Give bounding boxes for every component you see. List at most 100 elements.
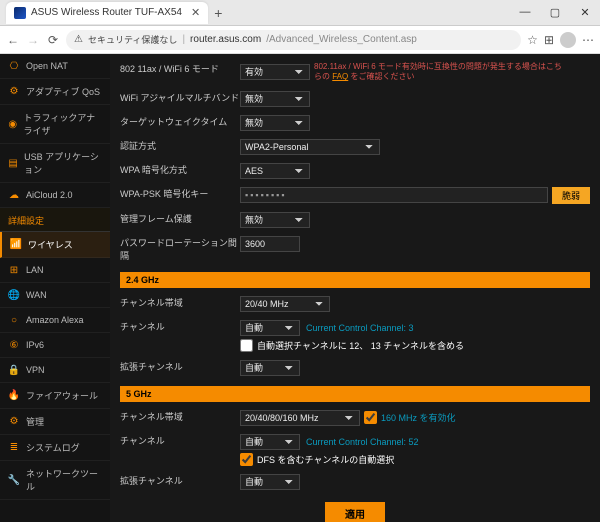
b24-include-1213-checkbox[interactable] — [240, 339, 253, 352]
wpa-psk-key-label: WPA-PSK 暗号化キー — [120, 187, 240, 200]
sidebar-item-label: USB アプリケーション — [24, 150, 102, 176]
address-bar: ← → ⟳ ⚠ セキュリティ保護なし | router.asus.com/Adv… — [0, 26, 600, 54]
sidebar-item[interactable]: ≣ システムログ — [0, 435, 110, 461]
sidebar-item-label: ワイヤレス — [28, 238, 73, 251]
sidebar-item-icon: ⑥ — [8, 339, 20, 351]
favorite-icon[interactable]: ☆ — [527, 33, 538, 47]
sidebar: ⎔ Open NAT ⚙ アダプティブ QoS ◉ トラフィックアナライザ ▤ USB アプリ… — [0, 54, 110, 522]
sidebar-item-label: 管理 — [26, 415, 44, 428]
sidebar-item-label: Amazon Alexa — [26, 315, 84, 325]
maximize-icon[interactable]: ▢ — [540, 6, 570, 19]
sidebar-item-label: システムログ — [26, 441, 80, 454]
sidebar-item-label: WAN — [26, 290, 47, 300]
mgmt-frame-protect-label: 管理フレーム保護 — [120, 212, 240, 225]
sidebar-item[interactable]: 🔥 ファイアウォール — [0, 383, 110, 409]
close-window-icon[interactable]: ✕ — [570, 6, 600, 19]
wpa-encryption-select[interactable]: AES — [240, 163, 310, 179]
b5-dfs-auto-label[interactable]: DFS を含むチャンネルの自動選択 — [240, 453, 394, 466]
new-tab-button[interactable]: + — [214, 5, 222, 21]
password-rotation-input[interactable] — [240, 236, 300, 252]
wifi6-mode-select[interactable]: 有効 — [240, 64, 310, 80]
b5-channel-label: チャンネル — [120, 434, 240, 447]
sidebar-item[interactable]: ☁ AiCloud 2.0 — [0, 183, 110, 208]
sidebar-item-icon: ◉ — [8, 118, 18, 130]
b24-include-1213-label[interactable]: 自動選択チャンネルに 12、 13 チャンネルを含める — [240, 339, 464, 352]
minimize-icon[interactable]: — — [510, 6, 540, 19]
sidebar-item[interactable]: 🌐 WAN — [0, 283, 110, 308]
sidebar-item-icon: 🔥 — [8, 390, 20, 402]
mgmt-frame-protect-select[interactable]: 無効 — [240, 212, 310, 228]
sidebar-item-icon: 🌐 — [8, 289, 20, 301]
sidebar-item[interactable]: ○ Amazon Alexa — [0, 308, 110, 333]
security-warning-icon: ⚠ — [74, 34, 83, 45]
wpa-psk-key-input[interactable]: ▪▪▪▪▪▪▪▪ — [240, 187, 548, 203]
wifi6-mode-label: 802 11ax / WiFi 6 モード — [120, 62, 240, 75]
sidebar-item-icon: ▤ — [8, 157, 18, 169]
sidebar-item-icon: ≣ — [8, 442, 20, 454]
sidebar-item[interactable]: ⚙ アダプティブ QoS — [0, 79, 110, 105]
agile-multiband-label: WiFi アジャイルマルチバンド — [120, 91, 240, 104]
menu-icon[interactable]: ⋯ — [582, 33, 594, 47]
b24-bandwidth-label: チャンネル帯域 — [120, 296, 240, 309]
b5-enable-160mhz-checkbox[interactable] — [364, 411, 377, 424]
target-wake-time-select[interactable]: 無効 — [240, 115, 310, 131]
main-content: 802 11ax / WiFi 6 モード 有効 802.11ax / WiFi… — [110, 54, 600, 522]
sidebar-item[interactable]: ⑥IPv6 — [0, 333, 110, 358]
sidebar-item-label: AiCloud 2.0 — [26, 190, 73, 200]
forward-icon[interactable]: → — [26, 33, 40, 47]
b5-ext-channel-select[interactable]: 自動 — [240, 474, 300, 490]
sidebar-item-icon: 🔒 — [8, 364, 20, 376]
sidebar-item[interactable]: ⎔ Open NAT — [0, 54, 110, 79]
sidebar-item-label: VPN — [26, 365, 45, 375]
close-tab-icon[interactable]: ✕ — [191, 6, 200, 19]
band-5ghz-header: 5 GHz — [120, 386, 590, 402]
b24-bandwidth-select[interactable]: 20/40 MHz — [240, 296, 330, 312]
b24-channel-select[interactable]: 自動 — [240, 320, 300, 336]
b5-bandwidth-select[interactable]: 20/40/80/160 MHz — [240, 410, 360, 426]
sidebar-item-icon: ⚙ — [8, 416, 20, 428]
agile-multiband-select[interactable]: 無効 — [240, 91, 310, 107]
sidebar-section-header: 詳細設定 — [0, 208, 110, 232]
profile-avatar[interactable] — [560, 32, 576, 48]
sidebar-item[interactable]: 📶 ワイヤレス — [0, 232, 110, 258]
b5-dfs-auto-checkbox[interactable] — [240, 453, 253, 466]
wifi6-note: 802.11ax / WiFi 6 モード有効時に互換性の問題が発生する場合はこ… — [314, 62, 564, 83]
faq-link[interactable]: FAQ — [332, 72, 348, 81]
sidebar-item-label: Open NAT — [26, 61, 68, 71]
b24-ext-channel-select[interactable]: 自動 — [240, 360, 300, 376]
sidebar-item[interactable]: ⊞LAN — [0, 258, 110, 283]
sidebar-item[interactable]: 🔒 VPN — [0, 358, 110, 383]
b24-channel-label: チャンネル — [120, 320, 240, 333]
reload-icon[interactable]: ⟳ — [46, 33, 60, 47]
b5-channel-select[interactable]: 自動 — [240, 434, 300, 450]
sidebar-item-icon: ○ — [8, 314, 20, 326]
sidebar-item-icon: 🔧 — [8, 474, 20, 486]
tab-title: ASUS Wireless Router TUF-AX54 — [31, 7, 182, 18]
sidebar-item[interactable]: ◉ トラフィックアナライザ — [0, 105, 110, 144]
extensions-icon[interactable]: ⊞ — [544, 33, 554, 47]
auth-method-select[interactable]: WPA2-Personal — [240, 139, 380, 155]
back-icon[interactable]: ← — [6, 33, 20, 47]
browser-tab[interactable]: ASUS Wireless Router TUF-AX54 ✕ — [6, 2, 208, 24]
security-label: セキュリティ保護なし — [88, 33, 177, 46]
sidebar-item-icon: ⎔ — [8, 60, 20, 72]
sidebar-item-label: アダプティブ QoS — [26, 85, 100, 98]
target-wake-time-label: ターゲットウェイクタイム — [120, 115, 240, 128]
password-rotation-label: パスワードローテーション間隔 — [120, 236, 240, 262]
sidebar-item-label: トラフィックアナライザ — [24, 111, 102, 137]
sidebar-item[interactable]: 🔧 ネットワークツール — [0, 461, 110, 500]
band-24ghz-header: 2.4 GHz — [120, 272, 590, 288]
sidebar-item[interactable]: ▤ USB アプリケーション — [0, 144, 110, 183]
sidebar-item-icon: ☁ — [8, 189, 20, 201]
sidebar-item-icon: ⚙ — [8, 86, 20, 98]
sidebar-item-icon: 📶 — [10, 239, 22, 251]
sidebar-item-label: ネットワークツール — [26, 467, 102, 493]
url-input[interactable]: ⚠ セキュリティ保護なし | router.asus.com/Advanced_… — [66, 30, 521, 50]
sidebar-item-icon: ⊞ — [8, 264, 20, 276]
b5-enable-160mhz-label[interactable]: 160 MHz を有効化 — [364, 411, 456, 424]
b5-current-channel: Current Control Channel: 52 — [306, 437, 419, 447]
sidebar-item-label: ファイアウォール — [26, 389, 98, 402]
apply-button[interactable]: 適用 — [325, 502, 385, 522]
key-strength-badge[interactable]: 脆弱 — [552, 187, 590, 204]
sidebar-item[interactable]: ⚙ 管理 — [0, 409, 110, 435]
